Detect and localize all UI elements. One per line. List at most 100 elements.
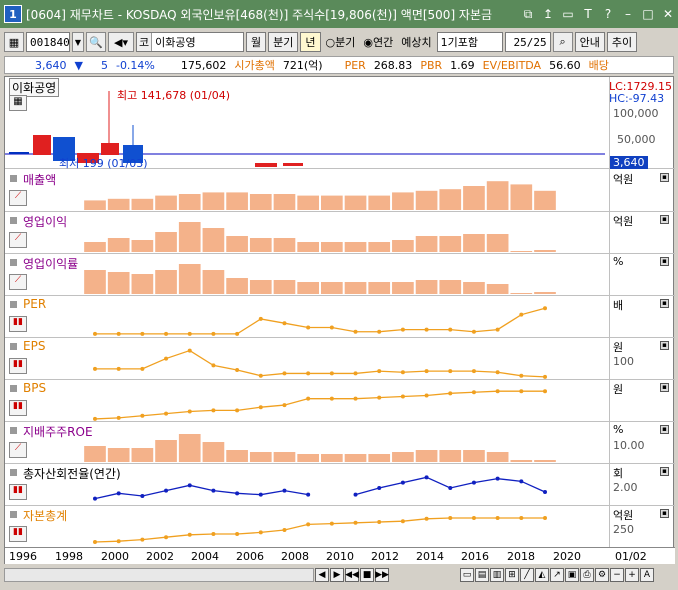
- bar: [178, 434, 201, 462]
- chart-type-icon[interactable]: ▮▮: [9, 400, 27, 416]
- data-point: [187, 483, 192, 488]
- window-icon[interactable]: ▭: [560, 6, 576, 22]
- panel-close-icon[interactable]: ▪: [660, 215, 669, 224]
- data-point: [329, 396, 334, 401]
- pin-icon[interactable]: ↥: [540, 6, 556, 22]
- data-point: [116, 491, 121, 496]
- yearly-button[interactable]: 년: [300, 32, 321, 52]
- monthly-button[interactable]: 월: [246, 32, 267, 52]
- bar: [155, 195, 177, 210]
- bar: [439, 189, 462, 210]
- panel-close-icon[interactable]: ▪: [660, 467, 669, 476]
- panel-close-icon[interactable]: ▪: [660, 383, 669, 392]
- data-point: [235, 408, 240, 413]
- panel-close-icon[interactable]: ▪: [660, 257, 669, 266]
- area-icon[interactable]: ◭: [535, 568, 549, 582]
- stock-name-field[interactable]: 코 이화공영: [136, 32, 244, 52]
- axis-mid: 50,000: [617, 133, 656, 146]
- zoom-in-icon[interactable]: +: [625, 568, 639, 582]
- collapse-marker[interactable]: [10, 385, 17, 392]
- chart-type-icon[interactable]: ⟋: [9, 442, 27, 458]
- zoom-icon[interactable]: ⌕: [552, 32, 573, 52]
- radio-quarter[interactable]: ○분기: [323, 34, 359, 50]
- chart-area[interactable]: 이화공영 ▦ 최고 141,678 (01/04) 최저 199 (01/03)…: [4, 76, 675, 564]
- chart-type-icon[interactable]: ▮▮: [9, 526, 27, 542]
- scroll-right-icon[interactable]: ▶: [330, 568, 344, 582]
- maximize-icon[interactable]: □: [640, 6, 656, 22]
- link-icon[interactable]: ⧉: [520, 6, 536, 22]
- collapse-marker[interactable]: [10, 427, 17, 434]
- estimate-select[interactable]: 1기포함: [436, 32, 503, 52]
- arrow-icon[interactable]: ↗: [550, 568, 564, 582]
- stock-code-input[interactable]: 001840: [26, 32, 70, 52]
- chart-icon[interactable]: ▤: [475, 568, 489, 582]
- stop-icon[interactable]: ■: [360, 568, 374, 582]
- bottom-scrollbar[interactable]: ◀ ▶ ◀◀ ■ ▶▶ ▭ ▤ ▥ ⊞ ╱ ◭ ↗ ▣ ⎙ ⚙ − + A: [4, 566, 674, 584]
- bar: [439, 236, 462, 252]
- speaker-icon[interactable]: ◀▾: [108, 32, 134, 52]
- panel-unit: 억원: [613, 509, 634, 522]
- quarterly-button[interactable]: 분기: [268, 32, 299, 52]
- guide-button[interactable]: 안내: [574, 32, 605, 52]
- data-point: [448, 486, 453, 490]
- collapse-marker[interactable]: [10, 175, 17, 182]
- chart-type-icon[interactable]: ▮▮: [9, 484, 27, 500]
- panel-close-icon[interactable]: ▪: [660, 173, 669, 182]
- help-icon[interactable]: ?: [600, 6, 616, 22]
- collapse-marker[interactable]: [10, 259, 17, 266]
- ruler-icon[interactable]: ⊞: [505, 568, 519, 582]
- close-icon[interactable]: ✕: [660, 6, 676, 22]
- data-point: [164, 488, 169, 493]
- bar: [439, 280, 462, 294]
- minimize-icon[interactable]: –: [620, 6, 636, 22]
- collapse-marker[interactable]: [10, 343, 17, 350]
- collapse-marker[interactable]: [10, 301, 17, 308]
- capture-icon[interactable]: ▣: [565, 568, 579, 582]
- data-point: [187, 348, 192, 353]
- collapse-marker[interactable]: [10, 217, 17, 224]
- collapse-marker[interactable]: [10, 511, 17, 518]
- print-icon[interactable]: ⎙: [580, 568, 594, 582]
- data-point: [93, 416, 97, 421]
- data-point: [329, 325, 334, 330]
- data-point: [519, 373, 524, 378]
- panel-tick: 250: [613, 523, 634, 536]
- zoom-out-icon[interactable]: −: [610, 568, 624, 582]
- next-icon[interactable]: ▶▶: [375, 568, 389, 582]
- bar-icon[interactable]: ▥: [490, 568, 504, 582]
- chart-type-icon[interactable]: ⟋: [9, 190, 27, 206]
- chart-type-icon[interactable]: ▮▮: [9, 358, 27, 374]
- line-icon[interactable]: ╱: [520, 568, 534, 582]
- panel-close-icon[interactable]: ▪: [660, 509, 669, 518]
- title-bar: 1 [0604] 재무차트 - KOSDAQ 외국인보유[468(천)] 주식수…: [0, 0, 678, 28]
- chart-type-icon[interactable]: ⟋: [9, 274, 27, 290]
- panel-close-icon[interactable]: ▪: [660, 425, 669, 434]
- candle: [33, 135, 51, 155]
- layout-icon[interactable]: ▭: [460, 568, 474, 582]
- dropdown-icon[interactable]: ▼: [72, 32, 84, 52]
- bar: [249, 452, 272, 462]
- search-icon[interactable]: 🔍: [86, 32, 106, 52]
- scroll-left-icon[interactable]: ◀: [315, 568, 329, 582]
- settings-icon[interactable]: ⚙: [595, 568, 609, 582]
- data-point: [471, 329, 476, 334]
- text-icon[interactable]: T: [580, 6, 596, 22]
- font-icon[interactable]: A: [640, 568, 654, 582]
- collapse-marker[interactable]: [10, 469, 17, 476]
- bar: [107, 238, 130, 252]
- panel-unit: 회: [613, 467, 624, 480]
- panel-close-icon[interactable]: ▪: [660, 299, 669, 308]
- bar: [486, 181, 509, 210]
- data-point: [353, 371, 358, 376]
- radio-year[interactable]: ◉연간: [360, 34, 396, 50]
- scroll-track[interactable]: [4, 568, 314, 582]
- panel-close-icon[interactable]: ▪: [660, 341, 669, 350]
- chart-type-icon[interactable]: ⟋: [9, 232, 27, 248]
- calendar-icon[interactable]: ▦: [9, 95, 27, 111]
- page-field[interactable]: 25/25: [504, 32, 551, 52]
- grid-icon[interactable]: ▦: [4, 32, 24, 52]
- prev-icon[interactable]: ◀◀: [345, 568, 359, 582]
- chart-type-icon[interactable]: ▮▮: [9, 316, 27, 332]
- trend-button[interactable]: 추이: [606, 32, 638, 52]
- panel-unit: %: [613, 423, 624, 436]
